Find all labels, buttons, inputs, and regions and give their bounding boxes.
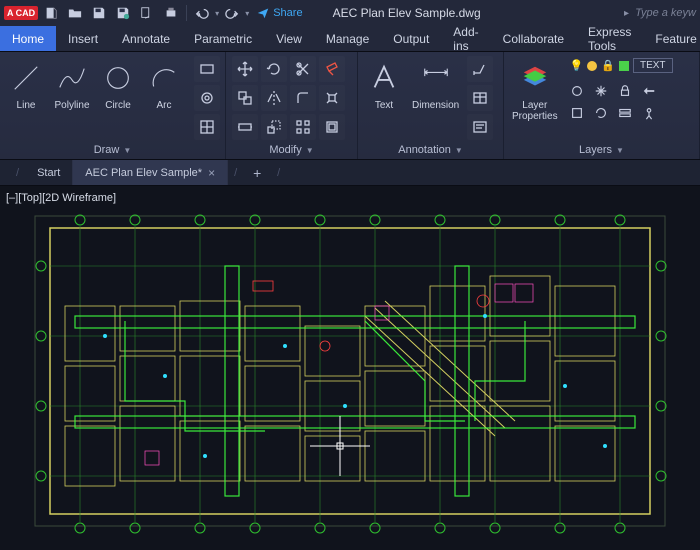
tab-parametric[interactable]: Parametric [182,26,264,51]
array-icon[interactable] [290,114,316,140]
panel-modify-label: Modify [269,144,301,156]
drawing-canvas[interactable]: [–][Top][2D Wireframe] [0,186,700,550]
panel-modify: Modify▼ [226,52,358,159]
panel-layers-label: Layers [579,144,612,156]
line-button[interactable]: Line [6,56,46,113]
panel-draw-label: Draw [94,144,120,156]
polyline-button[interactable]: Polyline [52,56,92,113]
fillet-icon[interactable] [290,85,316,111]
share-button[interactable]: Share [257,7,302,19]
stretch-icon[interactable] [232,114,258,140]
layer-prev-icon[interactable] [590,103,612,123]
tab-manage[interactable]: Manage [314,26,381,51]
explode-icon[interactable] [319,85,345,111]
tab-insert[interactable]: Insert [56,26,110,51]
tab-feature[interactable]: Feature [643,26,700,51]
filetab-document[interactable]: AEC Plan Elev Sample* × [73,160,228,185]
line-icon [8,58,44,98]
hatch-icon[interactable] [194,85,220,111]
leader-icon[interactable] [467,56,493,82]
tab-view[interactable]: View [264,26,314,51]
panel-layers: Layer Properties 💡 🔒 TEXT [504,52,700,159]
ribbon: Line Polyline Circle Arc Draw▼ [0,52,700,160]
cloud-open-icon[interactable] [136,3,158,23]
new-icon[interactable] [40,3,62,23]
layer-freeze-icon[interactable] [590,81,612,101]
layer-match-icon[interactable] [638,81,660,101]
trim-icon[interactable] [290,56,316,82]
text-icon [366,58,402,98]
offset-icon[interactable] [319,114,345,140]
erase-icon[interactable] [319,56,345,82]
undo-icon[interactable] [191,3,213,23]
layer-state-row[interactable]: 💡 🔒 TEXT [566,56,677,75]
layer-color-swatch [619,61,629,71]
sun-icon [587,61,597,71]
polyline-icon [54,58,90,98]
app-logo[interactable]: A CAD [4,6,38,20]
save-icon[interactable] [88,3,110,23]
panel-annotation: Text Dimension Annotation▼ [358,52,504,159]
tab-collaborate[interactable]: Collaborate [491,26,576,51]
plot-icon[interactable] [160,3,182,23]
bulb-icon: 💡 [570,59,584,72]
current-layer-field[interactable]: TEXT [633,58,673,73]
saveas-icon[interactable] [112,3,134,23]
rotate-icon[interactable] [261,56,287,82]
arc-button[interactable]: Arc [144,56,184,113]
ribbon-tabs: Home Insert Annotate Parametric View Man… [0,26,700,52]
dimension-icon [418,58,454,98]
arc-icon [146,58,182,98]
layer-properties-icon [517,58,553,98]
mirror-icon[interactable] [261,85,287,111]
dimension-button[interactable]: Dimension [410,56,461,113]
tab-annotate[interactable]: Annotate [110,26,182,51]
tab-home[interactable]: Home [0,26,56,51]
floor-plan [25,206,675,536]
filetab-start[interactable]: Start [25,160,73,185]
panel-annotation-label: Annotation [398,144,451,156]
viewport-label[interactable]: [–][Top][2D Wireframe] [6,192,116,204]
copy-icon[interactable] [232,85,258,111]
layer-properties-button[interactable]: Layer Properties [510,56,560,124]
table-icon[interactable] [467,85,493,111]
mtext-icon[interactable] [467,114,493,140]
layer-walk-icon[interactable] [638,103,660,123]
title-bar: A CAD ▾ ▾ Share AEC Plan Elev Sample.dwg… [0,0,700,26]
layer-properties-label: Layer Properties [512,100,558,122]
file-tabs: / Start AEC Plan Elev Sample* × / + / [0,160,700,186]
ellipse-icon[interactable] [194,114,220,140]
close-tab-icon[interactable]: × [208,166,215,180]
circle-icon [100,58,136,98]
layer-iso-icon[interactable] [566,103,588,123]
tab-output[interactable]: Output [381,26,441,51]
panel-draw: Line Polyline Circle Arc Draw▼ [0,52,226,159]
text-button[interactable]: Text [364,56,404,113]
new-tab-button[interactable]: + [243,160,271,185]
move-icon[interactable] [232,56,258,82]
search-trigger-icon[interactable]: ▸ [624,8,629,19]
layer-state-icon[interactable] [614,103,636,123]
share-icon [257,7,269,19]
scale-icon[interactable] [261,114,287,140]
search-input[interactable]: Type a keyw [635,7,696,19]
tab-express-tools[interactable]: Express Tools [576,26,643,51]
document-title: AEC Plan Elev Sample.dwg [333,6,481,20]
lock-icon: 🔒 [601,59,615,72]
redo-icon[interactable] [221,3,243,23]
rectangle-icon[interactable] [194,56,220,82]
circle-button[interactable]: Circle [98,56,138,113]
share-label: Share [273,7,302,19]
tab-addins[interactable]: Add-ins [441,26,490,51]
layer-lock-icon[interactable] [614,81,636,101]
layer-off-icon[interactable] [566,81,588,101]
open-icon[interactable] [64,3,86,23]
